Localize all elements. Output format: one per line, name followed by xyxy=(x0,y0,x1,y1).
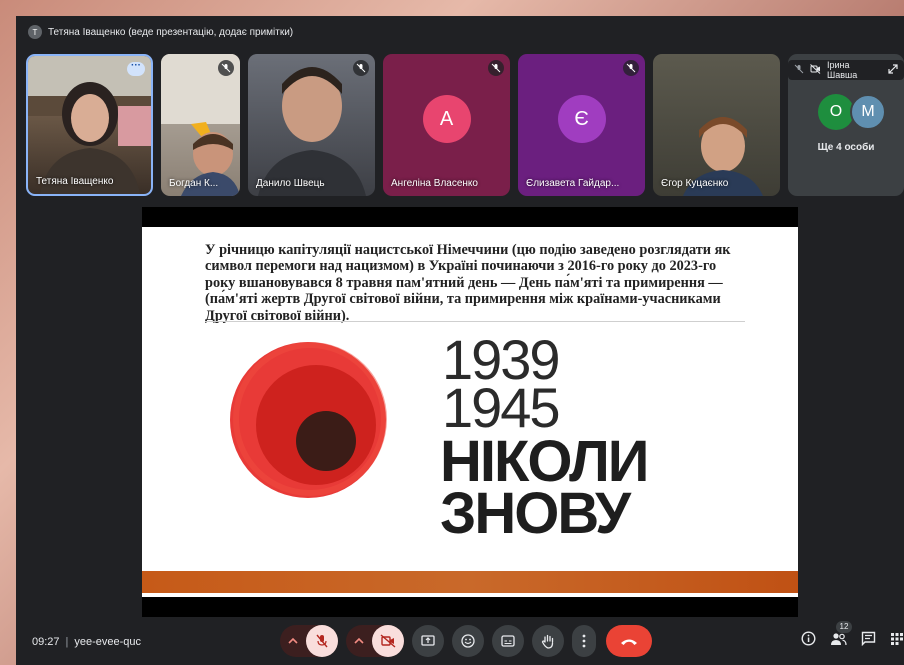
chevron-up-icon xyxy=(354,637,364,644)
participant-avatar: Є xyxy=(557,95,606,143)
mic-toggle-button[interactable] xyxy=(306,625,338,657)
participant-tile-yehor[interactable]: Єгор Куцаєнко xyxy=(653,54,780,196)
mic-off-icon xyxy=(623,60,639,76)
chat-icon xyxy=(861,631,876,647)
camera-toggle-button[interactable] xyxy=(372,625,404,657)
info-icon xyxy=(801,631,816,646)
more-button-wrap xyxy=(572,625,596,657)
people-icon xyxy=(831,632,847,645)
camera-off-icon xyxy=(810,64,821,76)
participant-video xyxy=(28,56,151,194)
participant-tile-tetiana[interactable]: ··· Тетяна Іващенко xyxy=(26,54,153,196)
mic-off-icon xyxy=(218,60,234,76)
presenter-banner-text: Тетяна Іващенко (веде презентацію, додає… xyxy=(48,26,294,38)
reactions-button[interactable] xyxy=(452,625,484,657)
participant-strip: ··· Тетяна Іващенко Богдан К... Данило Ш… xyxy=(26,54,904,196)
mic-off-icon xyxy=(353,60,369,76)
participant-video xyxy=(653,54,780,196)
meet-window: Т Тетяна Іващенко (веде презентацію, дод… xyxy=(16,16,904,665)
expand-icon[interactable] xyxy=(888,64,898,76)
pinned-participant-name: Ірина Шавша xyxy=(827,60,858,80)
meeting-details-button[interactable] xyxy=(801,631,816,651)
slide-divider xyxy=(205,321,745,322)
mic-options-button[interactable] xyxy=(280,625,306,657)
end-call-button[interactable] xyxy=(606,625,652,657)
participant-name: Ангеліна Власенко xyxy=(391,178,478,189)
end-call-button-wrap xyxy=(606,625,652,657)
camera-off-icon xyxy=(380,634,396,648)
reactions-button-wrap xyxy=(452,625,484,657)
mic-off-icon xyxy=(316,634,328,648)
participant-tile-bohdan[interactable]: Богдан К... xyxy=(161,54,240,196)
more-options-button[interactable] xyxy=(572,625,596,657)
participant-tile-danylo[interactable]: Данило Швець xyxy=(248,54,375,196)
slide-footer-band xyxy=(142,571,798,593)
slide-text: У річницю капітуляції нацистської Німечч… xyxy=(205,242,731,324)
more-vert-icon xyxy=(582,634,586,648)
right-controls: 12 xyxy=(801,620,904,653)
captions-button-wrap xyxy=(492,625,524,657)
captions-icon xyxy=(501,635,515,647)
chevron-up-icon xyxy=(288,637,298,644)
present-screen-button[interactable] xyxy=(412,625,444,657)
emoji-icon xyxy=(461,634,475,648)
hang-up-icon xyxy=(621,639,637,645)
participant-name: Єгор Куцаєнко xyxy=(661,178,729,189)
chat-button[interactable] xyxy=(861,631,876,651)
others-tile[interactable]: Ірина Шавша О М Ще 4 особи xyxy=(788,54,904,196)
meeting-info: 09:27 | yee-evee-quc xyxy=(32,636,142,648)
clock: 09:27 xyxy=(32,636,60,648)
activities-button[interactable] xyxy=(890,632,904,651)
people-button[interactable]: 12 xyxy=(830,620,852,651)
participant-name: Тетяна Іващенко xyxy=(36,176,114,187)
mic-off-icon xyxy=(488,60,504,76)
avatar-m: М xyxy=(850,94,886,130)
camera-options-button[interactable] xyxy=(346,625,372,657)
poppy-icon xyxy=(230,342,387,498)
participant-tile-yelyzaveta[interactable]: Є Єлизавета Гайдар... xyxy=(518,54,645,196)
slide-slogan-again: ЗНОВУ xyxy=(440,481,631,546)
pinned-participant[interactable]: Ірина Шавша xyxy=(788,60,904,80)
presentation-area: У річницю капітуляції нацистської Німечч… xyxy=(142,207,798,617)
slide-slogan-never: НІКОЛИ xyxy=(440,429,649,494)
people-count-badge: 12 xyxy=(836,620,852,633)
participant-avatar: А xyxy=(422,95,471,143)
hand-icon xyxy=(541,634,554,649)
captions-button[interactable] xyxy=(492,625,524,657)
avatar-o: О xyxy=(818,94,854,130)
more-options-icon[interactable]: ··· xyxy=(127,61,145,76)
participant-name: Єлизавета Гайдар... xyxy=(526,178,620,189)
activities-icon xyxy=(891,632,903,645)
presenter-banner: Т Тетяна Іващенко (веде презентацію, дод… xyxy=(28,22,293,42)
presenter-avatar: Т xyxy=(28,25,42,39)
raise-hand-button[interactable] xyxy=(532,625,564,657)
participant-video xyxy=(248,54,375,196)
present-button-wrap xyxy=(412,625,444,657)
raise-hand-button-wrap xyxy=(532,625,564,657)
participant-tile-anhelina[interactable]: А Ангеліна Власенко xyxy=(383,54,510,196)
mic-off-icon xyxy=(794,64,804,76)
camera-controls xyxy=(346,625,404,657)
mic-controls xyxy=(280,625,338,657)
presentation-slide: У річницю капітуляції нацистської Німечч… xyxy=(142,227,798,597)
meeting-code: yee-evee-quc xyxy=(74,636,142,648)
present-icon xyxy=(421,635,435,646)
participant-name: Данило Швець xyxy=(256,178,325,189)
participant-name: Богдан К... xyxy=(169,178,219,189)
others-count: Ще 4 особи xyxy=(817,142,875,153)
control-bar: 09:27 | yee-evee-quc 12 xyxy=(16,620,904,665)
slide-year-1945: 1945 xyxy=(442,376,561,439)
